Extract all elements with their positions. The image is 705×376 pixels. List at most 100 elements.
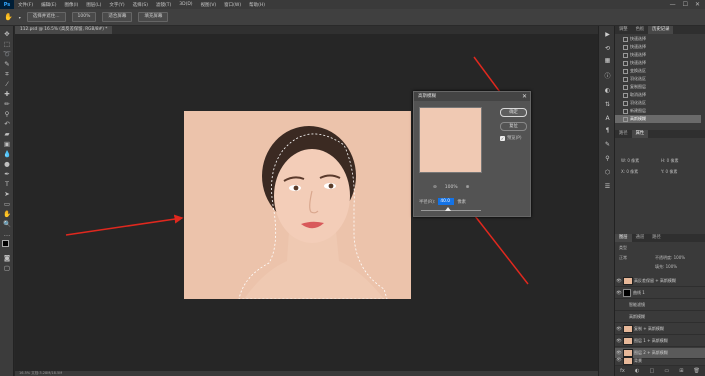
- layer-thumbnail: [623, 356, 633, 365]
- new-layer-icon[interactable]: ⊞: [679, 368, 683, 374]
- radius-slider-thumb[interactable]: [445, 207, 451, 211]
- history-item[interactable]: 快速选择: [615, 51, 701, 59]
- history-step-icon: [623, 52, 628, 58]
- preview-checkbox-row[interactable]: ✓ 预览(P): [500, 135, 522, 141]
- paragraph-icon[interactable]: ¶: [603, 126, 612, 135]
- history-item-label: 羽化选区: [630, 76, 646, 81]
- blur-preview-pane[interactable]: [419, 107, 482, 173]
- layer-row[interactable]: 👁 图层 1 + 高斯模糊: [615, 336, 705, 347]
- fx-icon[interactable]: fx: [620, 368, 625, 374]
- blend-mode-value: 正常: [619, 255, 627, 260]
- history-item[interactable]: 羽化选区: [615, 99, 701, 107]
- reset-button[interactable]: 复位: [500, 122, 527, 131]
- prop-height[interactable]: H: 0 像素: [661, 158, 678, 164]
- layer-thumbnail: [623, 325, 633, 333]
- mask-icon[interactable]: □: [649, 368, 654, 374]
- tab-layers[interactable]: 图层: [615, 234, 632, 242]
- layer-thumbnail: [623, 277, 633, 285]
- prop-height-label: H: 0 像素: [661, 158, 679, 163]
- layer-row[interactable]: 高斯模糊: [615, 312, 705, 323]
- tab-paths[interactable]: 路径: [615, 130, 632, 138]
- prop-y-label: Y: 0 像素: [661, 169, 678, 174]
- visibility-eye-icon[interactable]: 👁: [615, 327, 623, 332]
- layer-filter[interactable]: 类型: [619, 245, 627, 251]
- preview-checkbox[interactable]: ✓: [500, 135, 505, 141]
- tab-channels[interactable]: 通道: [632, 234, 649, 242]
- dialog-close-icon[interactable]: ✕: [522, 92, 527, 101]
- right-panel: 调整 色板 历史记录 快速选择 快速选择 快速选择 快速选择 变换选区 羽化选区…: [615, 26, 705, 376]
- layer-row[interactable]: 👁 背景: [615, 356, 705, 366]
- layer-row[interactable]: 👁 复制 + 高斯模糊: [615, 324, 705, 335]
- visibility-eye-icon[interactable]: 👁: [615, 351, 623, 356]
- status-bar: 16.5% 文档:3.28M/18.5M: [15, 371, 598, 376]
- radius-row: 半径(R): 40.0 像素: [419, 198, 466, 205]
- play-icon[interactable]: ▶: [603, 30, 612, 39]
- prop-width[interactable]: W: 0 像素: [621, 158, 639, 164]
- swatches-icon[interactable]: ▦: [603, 56, 612, 65]
- group-icon[interactable]: ▭: [664, 368, 669, 374]
- visibility-eye-icon[interactable]: 👁: [615, 358, 623, 363]
- brush-settings-icon[interactable]: ✎: [603, 140, 612, 149]
- history-item[interactable]: 新建图层: [615, 107, 701, 115]
- layer-actions-bar: fx ◐ □ ▭ ⊞ 🗑: [615, 366, 705, 376]
- cube-icon[interactable]: ⬡: [603, 168, 612, 177]
- zoom-in-icon[interactable]: ⊕: [466, 185, 470, 190]
- visibility-eye-icon[interactable]: 👁: [615, 279, 623, 284]
- layer-row[interactable]: 智能滤镜: [615, 300, 705, 311]
- history-item-label: 快速选择: [630, 60, 646, 65]
- layer-row[interactable]: 👁 高反差保留 + 高斯模糊: [615, 276, 705, 287]
- history-item[interactable]: 快速选择: [615, 43, 701, 51]
- visibility-eye-icon[interactable]: 👁: [615, 339, 623, 344]
- opacity-control[interactable]: 不透明度: 100%: [655, 255, 685, 261]
- radius-label: 半径(R):: [419, 199, 436, 205]
- prop-x[interactable]: X: 0 像素: [621, 169, 638, 175]
- tab-layer-paths[interactable]: 路径: [648, 234, 665, 242]
- history-icon[interactable]: ⟲: [603, 44, 612, 53]
- opacity-label: 不透明度: 100%: [655, 255, 686, 260]
- prop-y[interactable]: Y: 0 像素: [661, 169, 677, 175]
- history-step-icon: [623, 100, 628, 106]
- history-item-label: 快速选择: [630, 36, 646, 41]
- blend-mode-select[interactable]: 正常: [619, 255, 627, 261]
- history-step-icon: [623, 68, 628, 74]
- history-list: 快速选择 快速选择 快速选择 快速选择 变换选区 羽化选区 复制图层 取消选择 …: [615, 35, 701, 125]
- history-step-icon: [623, 92, 628, 98]
- history-step-icon: [623, 44, 628, 50]
- history-item-label: 取消选择: [630, 92, 646, 97]
- history-item[interactable]: 变换选区: [615, 67, 701, 75]
- layer-name: 高斯模糊: [629, 314, 645, 319]
- history-item[interactable]: 复制图层: [615, 83, 701, 91]
- arrow-to-photo: [65, 214, 184, 236]
- properties-icon[interactable]: ☰: [603, 182, 612, 191]
- history-step-icon: [623, 36, 628, 42]
- tab-adjustments[interactable]: 调整: [615, 26, 632, 34]
- character-icon[interactable]: A: [603, 114, 612, 123]
- history-item-selected[interactable]: 高斯模糊: [615, 115, 701, 123]
- history-step-icon: [623, 60, 628, 66]
- visibility-eye-icon[interactable]: 👁: [615, 291, 623, 296]
- info-icon[interactable]: ⓘ: [603, 72, 612, 81]
- layer-name: 曲线 1: [633, 290, 645, 295]
- tab-history[interactable]: 历史记录: [648, 26, 674, 34]
- tab-properties[interactable]: 属性: [631, 130, 649, 138]
- history-item[interactable]: 取消选择: [615, 91, 701, 99]
- preview-label: 预览(P): [507, 136, 522, 141]
- ok-button[interactable]: 确定: [500, 108, 527, 117]
- adjustment-layer-icon[interactable]: ◐: [635, 368, 639, 374]
- history-item[interactable]: 快速选择: [615, 59, 701, 67]
- tab-swatches[interactable]: 色板: [632, 26, 649, 34]
- trash-icon[interactable]: 🗑: [694, 368, 700, 374]
- clone-source-icon[interactable]: ⚲: [603, 154, 612, 163]
- layer-name: 背景: [634, 357, 642, 363]
- zoom-out-icon[interactable]: ⊖: [433, 185, 437, 190]
- fill-control[interactable]: 填充: 100%: [655, 264, 677, 270]
- layer-row[interactable]: 👁 曲线 1: [615, 288, 705, 299]
- color-icon[interactable]: ◐: [603, 86, 612, 95]
- radius-input[interactable]: 40.0: [438, 198, 455, 205]
- history-item[interactable]: 快速选择: [615, 35, 701, 43]
- properties-panel-tabs: 路径 属性: [615, 130, 705, 138]
- radius-slider-track[interactable]: [421, 210, 481, 211]
- panel-icon-strip: ▶ ⟲ ▦ ⓘ ◐ ⇅ A ¶ ✎ ⚲ ⬡ ☰: [598, 26, 615, 376]
- history-item[interactable]: 羽化选区: [615, 75, 701, 83]
- adjustments-icon[interactable]: ⇅: [603, 100, 612, 109]
